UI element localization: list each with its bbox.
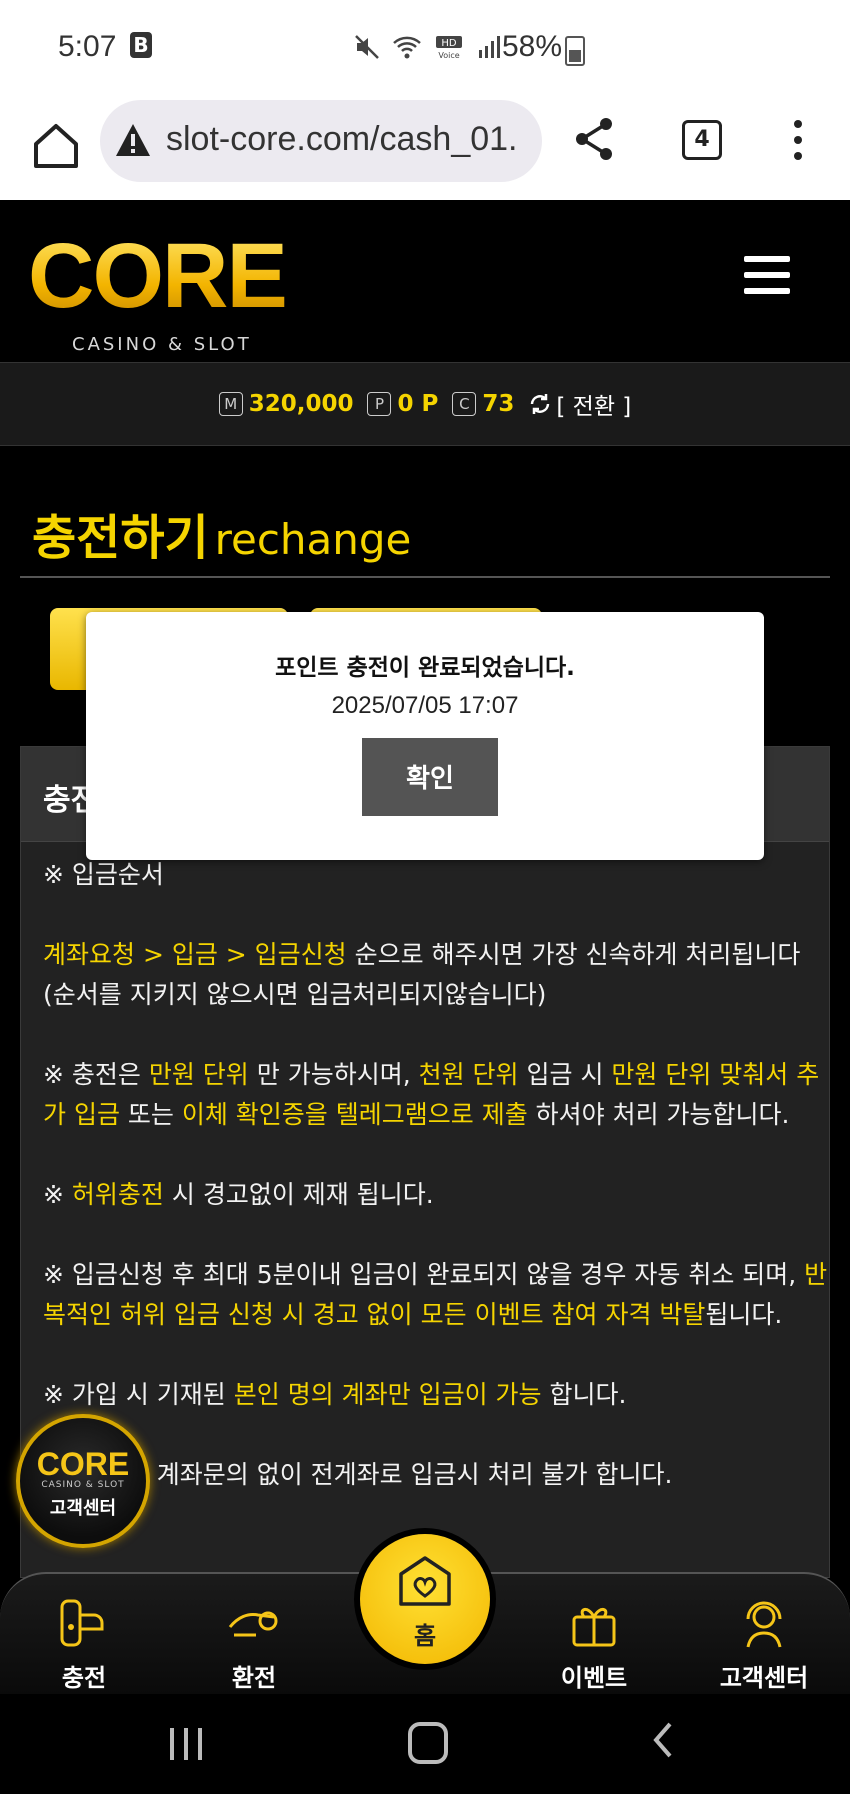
status-time: 5:07	[58, 30, 117, 63]
panel-body: ※ 입금순서 계좌요청 > 입금 > 입금신청 순으로 해주시면 가장 신속하게…	[43, 855, 833, 1535]
cs-label: 고객센터	[49, 1498, 117, 1519]
browser-home-icon[interactable]	[28, 118, 84, 174]
tab-switcher-button[interactable]: 4	[682, 120, 722, 160]
hd-voice-icon: HD Voice	[436, 36, 462, 60]
nav-charge-label: 충전	[61, 1664, 107, 1692]
battery-icon	[565, 36, 585, 66]
svg-text:HD: HD	[441, 38, 457, 49]
point-balance: P 0 P	[367, 391, 438, 417]
page-title-en: rechange	[214, 515, 412, 564]
notice-6: ※ 입금 전 계좌문의 없이 전게좌로 입금시 처리 불가 합니다.	[43, 1460, 673, 1489]
point-value: 0 P	[397, 391, 439, 417]
status-bar: 5:07 B HD Voice 58%	[0, 0, 850, 96]
site-header: CORE CASINO & SLOT	[0, 200, 850, 362]
dialog-timestamp: 2025/07/05 17:07	[331, 692, 519, 719]
battery-percent: 58%	[502, 30, 563, 63]
headset-icon	[746, 1601, 782, 1648]
nav-home-button[interactable]: 홈	[360, 1534, 490, 1664]
charge-icon	[60, 1599, 104, 1647]
money-badge: M	[218, 392, 243, 416]
nav-charge[interactable]: 충전	[24, 1594, 144, 1693]
money-balance: M 320,000	[218, 391, 354, 417]
dialog-message: 포인트 충전이 완료되었습니다.	[275, 655, 575, 681]
page-title-ko: 충전하기	[32, 510, 209, 566]
nav-exchange-label: 환전	[231, 1664, 277, 1692]
refresh-icon	[531, 394, 550, 414]
more-menu-icon[interactable]	[794, 120, 804, 168]
notice-5: ※ 가입 시 기재된 본인 명의 계좌만 입금이 가능 합니다.	[43, 1380, 627, 1409]
wifi-icon	[393, 36, 421, 59]
money-value: 320,000	[248, 391, 354, 417]
nav-event[interactable]: 이벤트	[534, 1594, 654, 1693]
signal-icon	[479, 36, 500, 58]
hamburger-menu-icon[interactable]	[744, 256, 790, 304]
nav-support-label: 고객센터	[719, 1664, 809, 1692]
customer-center-badge[interactable]: CORE CASINO & SLOT 고객센터	[16, 1414, 150, 1548]
svg-text:Voice: Voice	[438, 51, 459, 60]
logo-subtitle: CASINO & SLOT	[72, 334, 252, 355]
share-icon[interactable]	[572, 116, 618, 162]
address-bar[interactable]: slot-core.com/cash_01.	[100, 100, 542, 182]
exchange-icon	[228, 1611, 278, 1637]
logo-text: CORE	[28, 225, 288, 327]
recent-apps-icon[interactable]	[170, 1728, 202, 1760]
site-logo[interactable]: CORE CASINO & SLOT	[28, 225, 288, 355]
browser-toolbar: slot-core.com/cash_01. 4	[0, 96, 850, 201]
nav-event-label: 이벤트	[560, 1664, 628, 1692]
convert-label: [ 전환 ]	[556, 394, 632, 420]
nav-exchange[interactable]: 환전	[194, 1594, 314, 1693]
section-heading: ※ 입금순서	[43, 860, 164, 889]
page-title: 충전하기 rechange	[32, 498, 411, 568]
mute-icon	[355, 35, 379, 59]
balance-bar: M 320,000 P 0 P C 73 [ 전환 ]	[0, 362, 850, 446]
notice-4: ※ 입금신청 후 최대 5분이내 입금이 완료되지 않을 경우 자동 취소 되며…	[43, 1260, 828, 1329]
notice-2: ※ 충전은 만원 단위 만 가능하시며, 천원 단위 입금 시 만원 단위 맞춰…	[43, 1060, 820, 1129]
warning-icon[interactable]	[114, 122, 152, 158]
nav-support[interactable]: 고객센터	[704, 1594, 824, 1693]
coin-badge: C	[452, 392, 477, 416]
convert-button[interactable]: [ 전환 ]	[528, 387, 631, 421]
app-notification-icon: B	[130, 32, 152, 58]
notice-3: ※ 허위충전 시 경고없이 제재 됩니다.	[43, 1180, 434, 1209]
system-home-icon[interactable]	[408, 1722, 448, 1764]
coin-balance: C 73	[452, 391, 514, 417]
system-nav-bar	[0, 1694, 850, 1794]
cs-logo-text: CORE	[36, 1446, 130, 1482]
nav-home-label: 홈	[413, 1622, 437, 1650]
confirm-button[interactable]: 확인	[362, 738, 498, 816]
status-icons: HD Voice	[354, 34, 502, 60]
alert-dialog: 포인트 충전이 완료되었습니다. 2025/07/05 17:07 확인	[86, 612, 764, 860]
url-text[interactable]: slot-core.com/cash_01.	[166, 120, 536, 159]
notice-1: 계좌요청 > 입금 > 입금신청 순으로 해주시면 가장 신속하게 처리됩니다 …	[43, 940, 801, 1009]
home-heart-icon	[399, 1556, 451, 1606]
back-icon[interactable]	[652, 1720, 674, 1760]
coin-value: 73	[482, 391, 515, 417]
point-badge: P	[367, 392, 392, 416]
title-divider	[20, 576, 830, 578]
gift-icon	[572, 1608, 616, 1647]
